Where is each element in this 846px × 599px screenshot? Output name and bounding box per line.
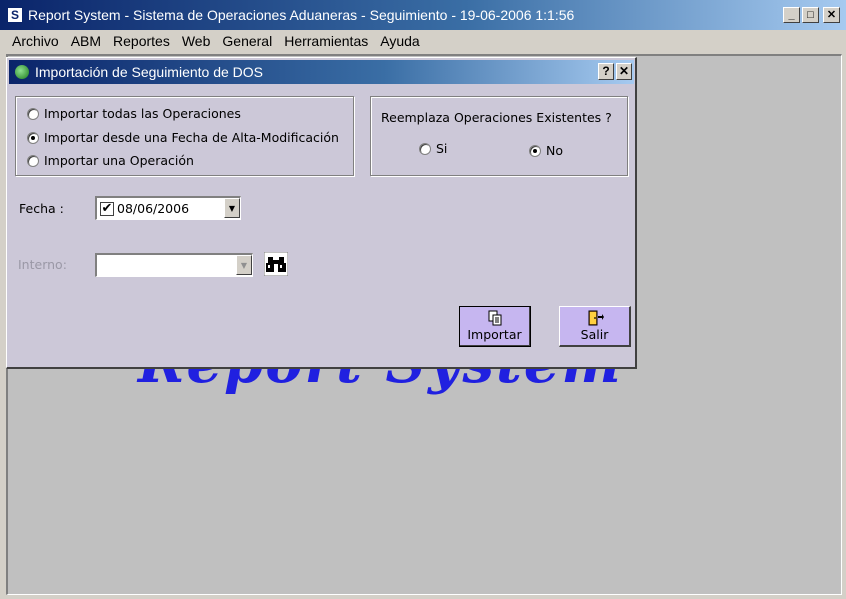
radio-importar-todas[interactable]: Importar todas las Operaciones	[27, 106, 241, 121]
radio-circle[interactable]	[529, 144, 541, 157]
chevron-down-icon[interactable]: ▼	[236, 255, 252, 275]
radio-label: Importar una Operación	[44, 153, 194, 168]
menu-reportes[interactable]: Reportes	[107, 33, 176, 49]
menu-archivo[interactable]: Archivo	[6, 33, 65, 49]
exit-door-icon	[588, 310, 604, 326]
menu-general[interactable]: General	[216, 33, 278, 49]
radio-replace-no[interactable]: No	[529, 143, 563, 158]
import-dialog: Importación de Seguimiento de DOS ? ✕ Im…	[6, 57, 637, 369]
radio-label: Si	[436, 141, 448, 156]
menu-bar: Archivo ABM Reportes Web General Herrami…	[0, 30, 846, 52]
chevron-down-icon[interactable]: ▼	[224, 198, 240, 218]
radio-importar-fecha[interactable]: Importar desde una Fecha de Alta-Modific…	[27, 130, 339, 145]
replace-group	[370, 96, 628, 176]
close-button[interactable]: ✕	[823, 7, 840, 23]
salir-button[interactable]: Salir	[559, 306, 631, 347]
minimize-button[interactable]: _	[783, 7, 800, 23]
help-button[interactable]: ?	[598, 63, 614, 80]
menu-herramientas[interactable]: Herramientas	[278, 33, 374, 49]
dialog-title: Importación de Seguimiento de DOS	[35, 64, 264, 80]
fecha-checkbox[interactable]: ✔	[100, 201, 114, 216]
fecha-value: 08/06/2006	[117, 201, 190, 216]
radio-circle[interactable]	[27, 131, 39, 144]
binoculars-icon[interactable]	[264, 252, 288, 276]
radio-circle[interactable]	[27, 107, 39, 120]
radio-replace-si[interactable]: Si	[419, 141, 447, 156]
fecha-date-picker[interactable]: ✔ 08/06/2006 ▼	[95, 196, 241, 220]
window-title: Report System - Sistema de Operaciones A…	[28, 7, 575, 23]
salir-label: Salir	[580, 327, 609, 342]
app-icon: S	[7, 7, 23, 23]
copy-icon	[488, 310, 501, 326]
radio-circle[interactable]	[27, 154, 39, 167]
menu-abm[interactable]: ABM	[65, 33, 107, 49]
globe-icon	[15, 65, 29, 79]
replace-question: Reemplaza Operaciones Existentes ?	[381, 110, 612, 125]
radio-importar-operacion[interactable]: Importar una Operación	[27, 153, 194, 168]
maximize-button[interactable]: □	[802, 7, 819, 23]
dialog-close-button[interactable]: ✕	[616, 63, 632, 80]
menu-ayuda[interactable]: Ayuda	[374, 33, 425, 49]
radio-label: Importar todas las Operaciones	[44, 106, 241, 121]
menu-web[interactable]: Web	[176, 33, 217, 49]
importar-label: Importar	[467, 327, 522, 342]
dialog-title-bar[interactable]: Importación de Seguimiento de DOS ? ✕	[9, 60, 634, 84]
window-title-bar[interactable]: S Report System - Sistema de Operaciones…	[0, 0, 846, 30]
radio-circle[interactable]	[419, 142, 431, 155]
radio-label: No	[546, 143, 563, 158]
fecha-label: Fecha :	[19, 201, 64, 216]
importar-button[interactable]: Importar	[459, 306, 531, 347]
radio-label: Importar desde una Fecha de Alta-Modific…	[44, 130, 339, 145]
interno-label: Interno:	[18, 257, 67, 272]
interno-combo[interactable]: ▼	[95, 253, 253, 277]
